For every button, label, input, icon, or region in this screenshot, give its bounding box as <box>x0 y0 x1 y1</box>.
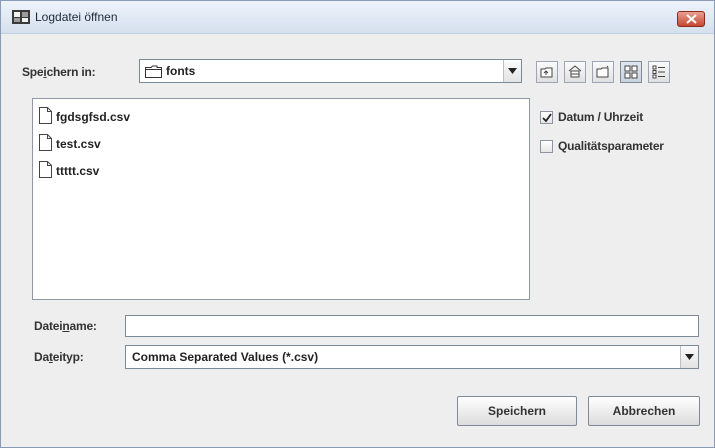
checkmark-icon <box>542 113 552 123</box>
folder-up-icon <box>540 67 553 78</box>
save-in-dropdown-arrow[interactable] <box>503 60 521 82</box>
datum-uhrzeit-checkbox[interactable] <box>540 111 553 124</box>
filetype-combobox[interactable]: Comma Separated Values (*.csv) <box>125 345 699 369</box>
up-one-level-button[interactable] <box>536 61 558 83</box>
file-icon <box>39 134 52 151</box>
qualitaetsparameter-label: Qualitätsparameter <box>558 139 664 153</box>
cancel-button[interactable]: Abbrechen <box>588 396 700 426</box>
new-folder-button[interactable] <box>592 61 614 83</box>
file-icon <box>39 161 52 178</box>
filetype-value: Comma Separated Values (*.csv) <box>132 350 319 364</box>
details-view-icon <box>652 65 665 79</box>
file-icon <box>39 107 52 124</box>
save-in-value: fonts <box>166 64 196 78</box>
new-folder-icon <box>596 65 609 78</box>
close-icon <box>686 14 697 24</box>
filetype-label: Dateityp: <box>34 350 84 364</box>
filename-label: Dateiname: <box>34 319 97 333</box>
chevron-down-icon <box>508 68 517 74</box>
save-in-combobox[interactable]: fonts <box>139 59 522 83</box>
file-dialog-window: Logdatei öffnen Speichern in: fonts fgds… <box>0 0 715 448</box>
chevron-down-icon <box>685 354 694 360</box>
filetype-dropdown-arrow[interactable] <box>680 346 698 368</box>
app-icon <box>12 10 30 24</box>
filename-input[interactable] <box>125 315 699 337</box>
details-view-button[interactable] <box>648 61 670 83</box>
list-view-button[interactable] <box>620 61 642 83</box>
file-name: test.csv <box>56 137 101 151</box>
file-list[interactable]: fgdsgfsd.csv test.csv ttttt.csv <box>32 98 530 300</box>
file-name: fgdsgfsd.csv <box>56 110 131 124</box>
close-button[interactable] <box>677 11 705 27</box>
home-button[interactable] <box>564 61 586 83</box>
save-button[interactable]: Speichern <box>457 396 577 426</box>
title-bar[interactable]: Logdatei öffnen <box>1 1 714 34</box>
file-name: ttttt.csv <box>56 164 100 178</box>
qualitaetsparameter-checkbox[interactable] <box>540 140 553 153</box>
folder-icon <box>145 65 162 78</box>
datum-uhrzeit-label: Datum / Uhrzeit <box>558 110 644 124</box>
window-title: Logdatei öffnen <box>35 10 118 24</box>
list-view-icon <box>624 65 638 79</box>
home-icon <box>568 65 582 78</box>
save-in-label: Speichern in: <box>22 65 96 79</box>
